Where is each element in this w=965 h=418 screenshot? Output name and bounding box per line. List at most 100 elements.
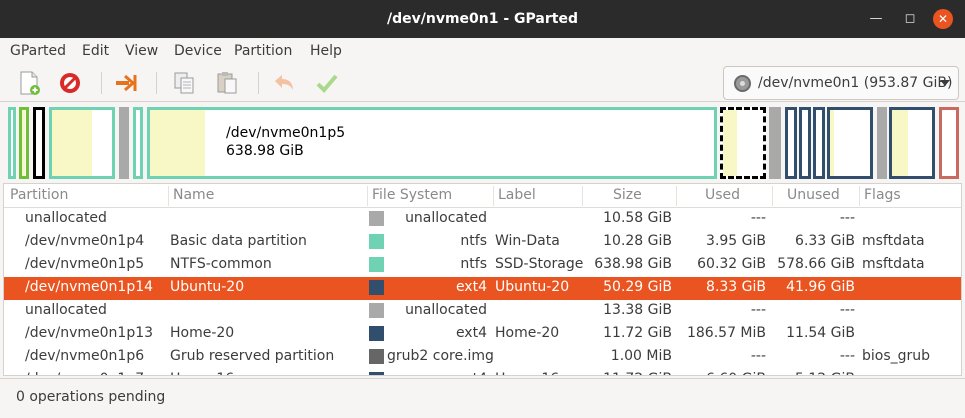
diskmap-partition[interactable] [133,107,143,179]
cell-file-system: ext4 [455,325,487,341]
partition-table[interactable]: Partition Name File System Label Size Us… [3,183,962,376]
diskmap-unallocated[interactable] [877,107,887,179]
harddisk-icon [734,75,751,92]
column-size[interactable]: Size [613,187,642,203]
cell-name: Home-20 [170,325,235,341]
filesystem-color-swatch [369,326,384,341]
cell-file-system: ntfs [460,233,487,249]
table-row[interactable]: /dev/nvme0n1p5 NTFS-common ntfs SSD-Storage… [4,254,961,277]
cell-flags: msftdata [862,256,925,272]
table-row[interactable]: /dev/nvme0n1p6 Grub reserved partition gru… [4,346,961,369]
apply-icon[interactable] [314,70,340,96]
cell-used: 8.33 GiB [706,279,766,295]
cell-used: --- [750,210,766,226]
disk-map: /dev/nvme0n1p5 638.98 GiB [0,103,965,183]
filesystem-color-swatch [369,211,384,226]
cell-file-system: grub2 core.img [387,348,494,364]
diskmap-partition[interactable] [799,107,811,179]
column-unused[interactable]: Unused [787,187,840,203]
menu-device[interactable]: Device [174,43,222,59]
cell-partition: /dev/nvme0n1p13 [25,325,154,341]
cell-name: Ubuntu-20 [170,279,245,295]
cell-name: Home-16 [170,371,234,375]
undo-icon[interactable] [271,70,297,96]
window-title: /dev/nvme0n1 - GParted [387,11,578,27]
cell-used: 60.32 GiB [697,256,766,272]
menu-help[interactable]: Help [310,43,342,59]
filesystem-color-swatch [369,349,384,364]
diskmap-partition[interactable] [49,107,115,179]
diskmap-partition[interactable] [813,107,825,179]
cell-used: --- [750,348,766,364]
minimize-icon[interactable]: — [866,9,886,29]
cell-file-system: ext4 [455,279,487,295]
cell-partition: /dev/nvme0n1p6 [25,348,145,364]
cell-size: 10.28 GiB [603,233,672,249]
table-row[interactable]: /dev/nvme0n1p13 Home-20 ext4 Home-20 11.72 G… [4,323,961,346]
cell-size: 1.00 MiB [610,348,672,364]
cell-name: Basic data partition [170,233,307,249]
cell-unused: 6.33 GiB [795,233,855,249]
filesystem-color-swatch [369,280,384,295]
menu-partition[interactable]: Partition [234,43,292,59]
cell-file-system: ext4 [456,371,487,375]
diskmap-partition[interactable] [939,107,959,179]
cell-size: 13.38 GiB [603,302,672,318]
diskmap-unallocated[interactable] [769,107,781,179]
cell-size: 638.98 GiB [594,256,672,272]
cell-partition: /dev/nvme0n1p5 [25,256,145,272]
column-file-system[interactable]: File System [372,187,452,203]
title-bar: /dev/nvme0n1 - GParted — ◻ ✕ [0,0,965,38]
diskmap-partition[interactable] [19,107,29,179]
cell-unused: --- [839,348,855,364]
cell-partition: /dev/nvme0n1p7 [25,371,144,375]
gparted-window: /dev/nvme0n1 - GParted — ◻ ✕ GParted Edi… [0,0,965,418]
delete-icon[interactable] [57,70,83,96]
cell-size: 50.29 GiB [603,279,672,295]
maximize-icon[interactable]: ◻ [900,9,920,29]
cell-size: 11.72 GiB [603,371,672,375]
table-row-selected[interactable]: /dev/nvme0n1p14 Ubuntu-20 ext4 Ubuntu-20 50.… [4,277,961,300]
cell-partition: /dev/nvme0n1p4 [25,233,145,249]
menu-gparted[interactable]: GParted [10,43,66,59]
table-row[interactable]: /dev/nvme0n1p4 Basic data partition ntfs Wi… [4,231,961,254]
device-selector[interactable]: /dev/nvme0n1 (953.87 GiB) [723,66,959,100]
column-flags[interactable]: Flags [864,187,901,203]
diskmap-partition[interactable] [8,107,16,179]
diskmap-partition[interactable] [889,107,935,179]
diskmap-partition[interactable] [785,107,797,179]
cell-flags: bios_grub [862,348,931,364]
toolbar: /dev/nvme0n1 (953.87 GiB) [0,64,965,102]
diskmap-unallocated[interactable] [119,107,129,179]
table-row[interactable]: unallocated unallocated 10.58 GiB --- --- [4,208,961,231]
toolbar-separator [258,72,259,94]
resize-move-icon[interactable] [113,70,139,96]
paste-icon[interactable] [214,70,240,96]
menu-view[interactable]: View [125,43,158,59]
column-used[interactable]: Used [705,187,740,203]
column-label[interactable]: Label [498,187,536,203]
column-name[interactable]: Name [173,187,214,203]
close-icon[interactable]: ✕ [933,9,953,29]
diskmap-partition[interactable] [720,107,766,179]
cell-used: 186.57 MiB [686,325,766,341]
table-row[interactable]: /dev/nvme0n1p7 Home-16 ext4 Home-16 11.72 Gi… [4,369,961,375]
new-partition-icon[interactable] [16,70,42,96]
chevron-down-icon [940,80,950,86]
cell-size: 11.72 GiB [603,325,672,341]
table-row[interactable]: unallocated unallocated 13.38 GiB --- --- [4,300,961,323]
filesystem-color-swatch [369,303,384,318]
diskmap-partition[interactable] [827,107,873,179]
cell-unused: --- [839,302,855,318]
menu-edit[interactable]: Edit [82,43,109,59]
device-selector-label: /dev/nvme0n1 (953.87 GiB) [758,75,953,91]
status-bar: 0 operations pending [0,378,965,418]
column-partition[interactable]: Partition [10,187,68,203]
cell-size: 10.58 GiB [603,210,672,226]
menu-bar: GParted Edit View Device Partition Help [0,38,965,64]
cell-label: Ubuntu-20 [495,279,570,295]
diskmap-partition[interactable] [33,107,45,179]
cell-partition: unallocated [25,210,107,226]
copy-icon[interactable] [171,70,197,96]
cell-unused: 41.96 GiB [786,279,855,295]
